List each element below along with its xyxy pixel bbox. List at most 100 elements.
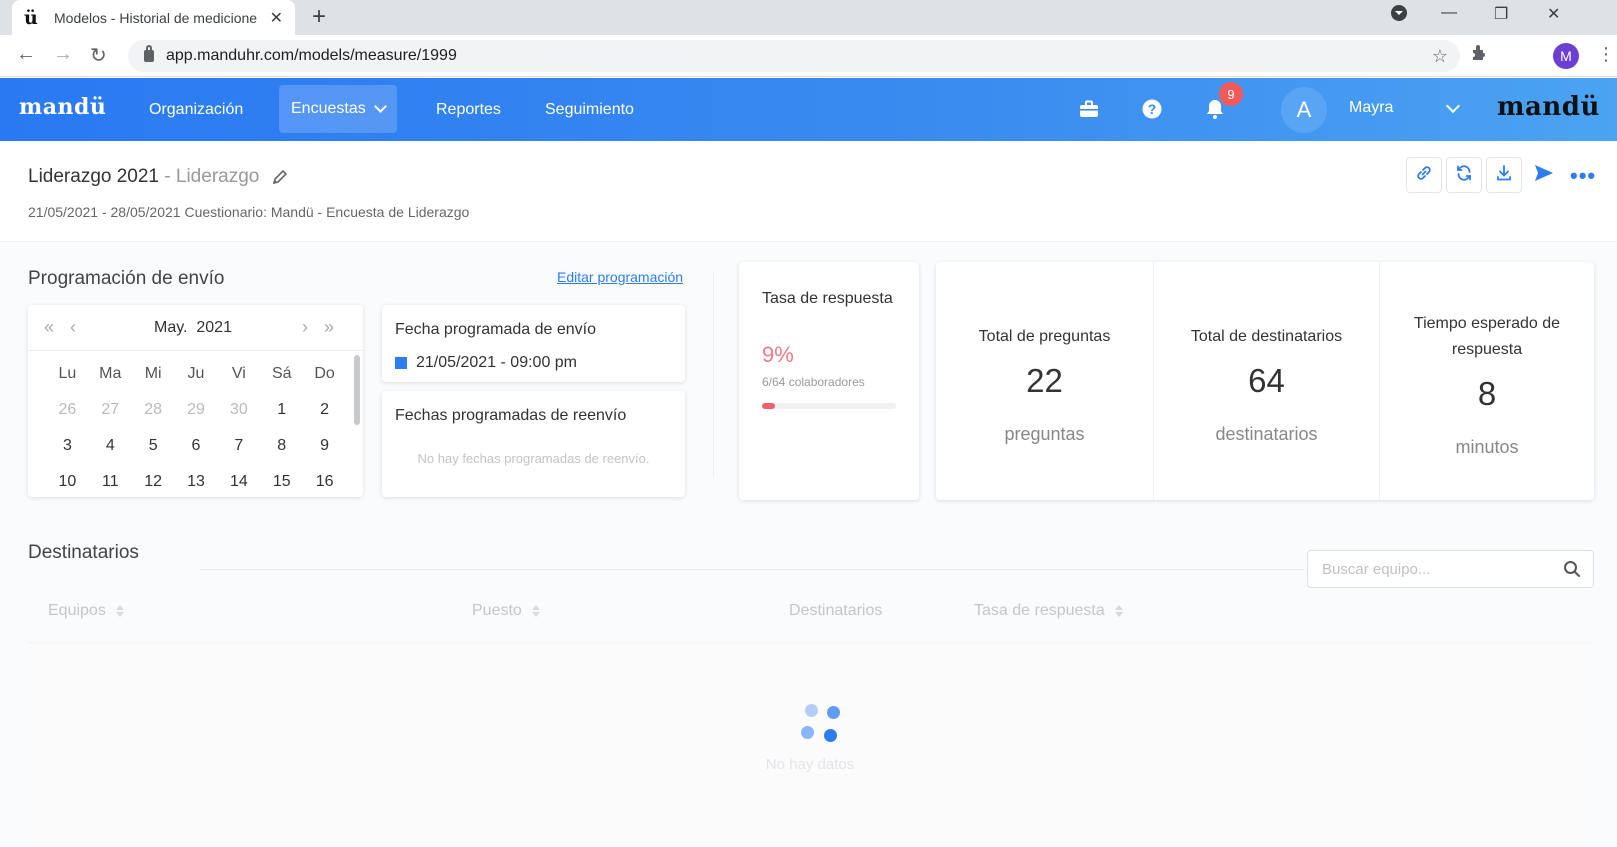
restore-icon[interactable]: ❐ [1494,4,1508,24]
measure-meta: 21/05/2021 - 28/05/2021 Cuestionario: Ma… [28,204,470,220]
calendar-day[interactable]: 3 [46,437,89,473]
sort-icon[interactable] [531,605,540,617]
user-avatar[interactable]: A [1281,87,1327,133]
lock-icon [144,45,154,62]
calendar-day[interactable]: 15 [260,473,303,497]
calendar-day[interactable]: 7 [217,437,260,473]
calendar-day[interactable]: 6 [175,437,218,473]
stat-unit: preguntas [1004,424,1085,444]
calendar-day[interactable]: 29 [175,401,218,437]
calendar-header: « ‹ May. 2021 › » [28,305,363,351]
calendar-month: May. [154,319,188,336]
send-date-marker [395,357,407,369]
svg-text:?: ? [1148,101,1157,117]
stat-label: Total de destinatarios [1190,328,1343,345]
calendar-weekdays: Lu Ma Mi Ju Vi Sá Do [46,365,346,401]
forward-icon[interactable]: → [53,43,73,66]
response-rate-percent: 9% [762,342,794,367]
calendar-day[interactable]: 16 [303,473,346,497]
nav-reportes[interactable]: Reportes [436,78,501,141]
calendar-day[interactable]: 26 [46,401,89,437]
stat-value: 8 [1477,375,1497,412]
send-button[interactable] [1526,157,1562,193]
calendar-week: 26 27 28 29 30 1 2 [46,401,346,437]
send-date-value: 21/05/2021 - 09:00 pm [416,354,578,371]
column-header-puesto[interactable]: Puesto [472,602,540,620]
calendar: « ‹ May. 2021 › » Lu Ma Mi Ju Vi Sá Do 2… [28,305,363,497]
notifications-badge: 9 [1219,82,1243,106]
calendar-day[interactable]: 9 [303,437,346,473]
browser-tab[interactable]: ü Modelos - Historial de medicione ✕ [12,0,295,35]
sort-icon[interactable] [115,605,124,617]
app-logo[interactable]: mandü [19,94,106,120]
loading-spinner-icon [777,694,847,764]
download-button[interactable] [1486,157,1522,193]
column-header-tasa[interactable]: Tasa de respuesta [974,602,1123,620]
stat-label: Total de preguntas [978,328,1111,345]
next-year-icon[interactable]: » [324,317,334,338]
sort-icon[interactable] [1114,605,1123,617]
user-menu-chevron-icon[interactable] [1445,98,1461,114]
refresh-button[interactable] [1446,157,1482,193]
more-options-icon[interactable]: ••• [1570,163,1596,189]
browser-menu-icon[interactable]: ⋮ [1597,44,1615,65]
prev-month-icon[interactable]: ‹ [70,317,76,338]
calendar-day[interactable]: 11 [89,473,132,497]
stat-questions: Total de preguntas 22 preguntas [936,262,1153,500]
stats-card: Total de preguntas 22 preguntas Total de… [936,262,1594,500]
calendar-day[interactable]: 1 [260,401,303,437]
edit-schedule-link[interactable]: Editar programación [557,269,683,285]
briefcase-icon[interactable] [1078,98,1100,120]
calendar-grid: Lu Ma Mi Ju Vi Sá Do 26 27 28 29 30 1 2 … [46,365,346,497]
user-name[interactable]: Mayra [1349,99,1393,117]
nav-organizacion[interactable]: Organización [149,78,243,141]
browser-tabstrip: ü Modelos - Historial de medicione ✕ + —… [0,0,1617,35]
tab-close-icon[interactable]: ✕ [270,8,283,28]
column-header-equipos[interactable]: Equipos [48,602,124,620]
browser-profile-avatar[interactable]: M [1553,43,1579,69]
title-separator: - [159,166,176,187]
weekday-label: Do [314,365,335,382]
calendar-scrollbar[interactable] [354,355,360,425]
edit-pencil-icon[interactable] [272,169,288,190]
bookmark-star-icon[interactable]: ☆ [1432,46,1448,67]
calendar-day[interactable]: 14 [217,473,260,497]
team-search-input[interactable] [1322,560,1542,578]
calendar-day[interactable]: 8 [260,437,303,473]
column-header-label: Tasa de respuesta [974,602,1105,619]
calendar-day[interactable]: 13 [175,473,218,497]
calendar-day[interactable]: 12 [132,473,175,497]
calendar-day[interactable]: 28 [132,401,175,437]
calendar-day[interactable]: 4 [89,437,132,473]
extensions-icon[interactable] [1470,42,1490,68]
new-tab-icon[interactable]: + [312,3,326,31]
calendar-day[interactable]: 10 [46,473,89,497]
stat-unit: destinatarios [1215,424,1318,444]
calendar-day[interactable]: 30 [217,401,260,437]
download-icon [1495,164,1513,187]
calendar-day[interactable]: 5 [132,437,175,473]
response-rate-card: Tasa de respuesta 9% 6/64 colaboradores [739,262,919,500]
prev-year-icon[interactable]: « [44,317,54,338]
reload-icon[interactable]: ↻ [90,43,107,68]
calendar-week: 10 11 12 13 14 15 16 [46,473,346,497]
weekday-label: Lu [58,365,77,382]
back-icon[interactable]: ← [16,43,36,66]
url-text: app.manduhr.com/models/measure/1999 [166,47,457,64]
stat-label: Tiempo esperado de respuesta [1413,315,1561,358]
minimize-icon[interactable]: — [1441,4,1457,22]
nav-encuestas[interactable]: Encuestas [279,85,397,133]
measure-category: Liderazgo [175,166,260,187]
column-header-label: Puesto [472,602,522,619]
calendar-month-year[interactable]: May. 2021 [154,319,232,337]
search-icon[interactable] [1563,560,1581,583]
next-month-icon[interactable]: › [302,317,308,338]
calendar-day[interactable]: 27 [89,401,132,437]
tab-search-icon[interactable] [1390,4,1408,27]
address-bar[interactable]: app.manduhr.com/models/measure/1999 ☆ [128,40,1460,72]
window-close-icon[interactable]: ✕ [1547,4,1560,24]
help-icon[interactable]: ? [1141,98,1163,120]
calendar-day[interactable]: 2 [303,401,346,437]
nav-seguimiento[interactable]: Seguimiento [545,78,634,141]
link-button[interactable] [1406,157,1442,193]
